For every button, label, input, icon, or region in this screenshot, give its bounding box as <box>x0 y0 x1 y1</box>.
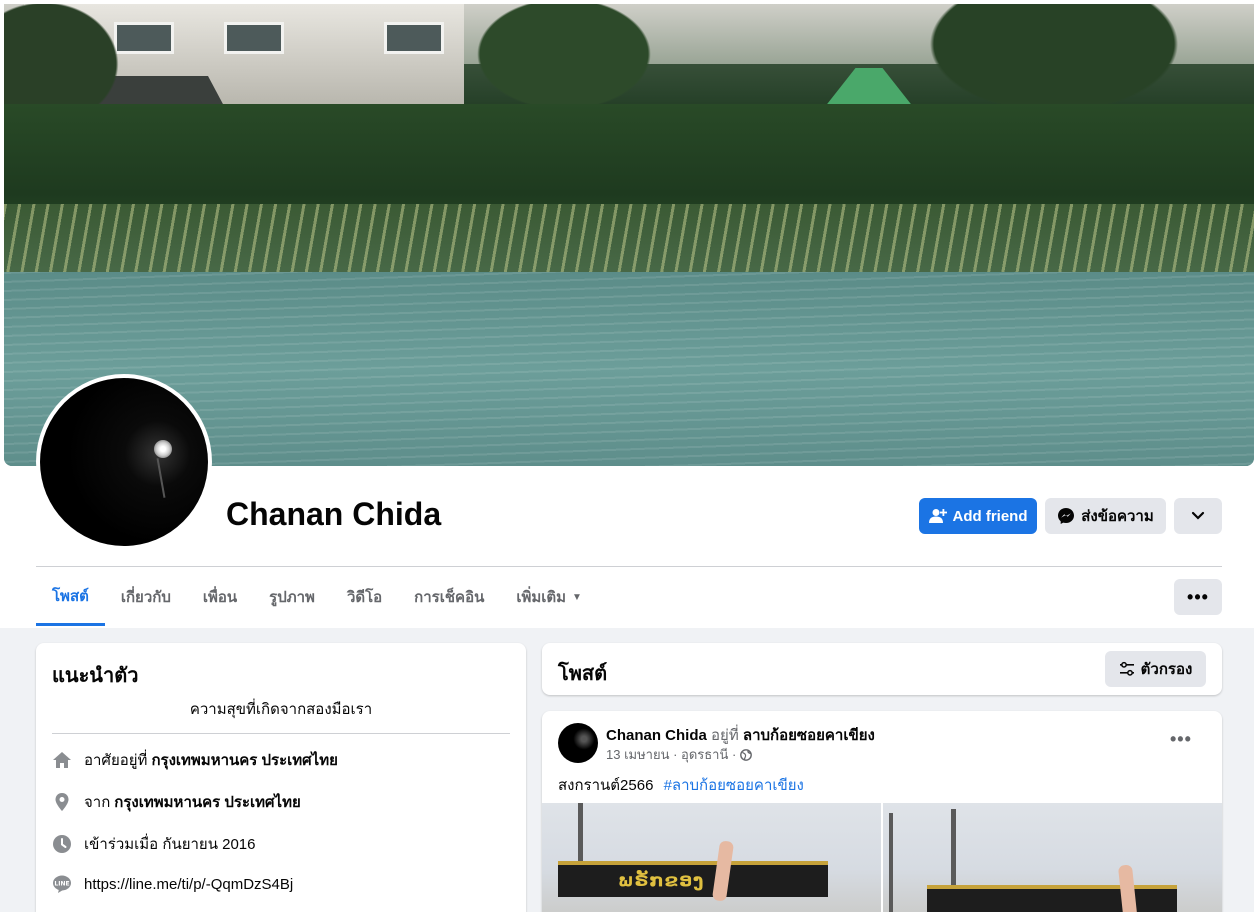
post-meta: 13 เมษายน · อุดรธานี · <box>606 744 753 765</box>
post-options-icon[interactable]: ••• <box>1170 729 1192 750</box>
post-at-text: อยู่ที่ <box>711 727 739 744</box>
chevron-down-icon <box>1191 511 1205 520</box>
post-text: สงกรานต์2566 #ลาบก้อยซอยคาเขียง <box>558 773 804 797</box>
profile-avatar[interactable] <box>36 374 212 550</box>
from-prefix: จาก <box>84 794 111 811</box>
lives-in-row: อาศัยอยู่ที่ กรุงเทพมหานคร ประเทศไทย <box>52 748 338 772</box>
header-divider <box>36 566 1222 567</box>
add-friend-label: Add friend <box>952 507 1028 525</box>
filter-icon <box>1119 661 1134 676</box>
post-location[interactable]: ลาบก้อยซอยคาเขียง <box>743 727 875 744</box>
tabs-more-button[interactable]: ••• <box>1174 579 1222 615</box>
posts-title: โพสต์ <box>558 663 608 685</box>
lives-prefix: อาศัยอยู่ที่ <box>84 752 148 769</box>
photo-sign-1: ພຣັກຂອງ <box>558 861 828 897</box>
svg-text:LINE: LINE <box>54 881 69 888</box>
home-icon <box>52 750 72 770</box>
ellipsis-icon: ••• <box>1187 586 1209 607</box>
from-value[interactable]: กรุงเทพมหานคร ประเทศไทย <box>114 790 300 814</box>
tab-friends[interactable]: เพื่อน <box>187 568 253 626</box>
lives-value[interactable]: กรุงเทพมหานคร ประเทศไทย <box>151 748 337 772</box>
message-button[interactable]: ส่งข้อความ <box>1045 498 1166 534</box>
joined-row: เข้าร่วมเมื่อ กันยายน 2016 <box>52 832 256 856</box>
post-author-avatar[interactable] <box>558 723 598 763</box>
photo-sign-2 <box>927 885 1177 912</box>
filter-label: ตัวกรอง <box>1140 661 1193 678</box>
line-row: LINE https://line.me/ti/p/-QqmDzS4Bj <box>52 874 293 894</box>
caret-down-icon: ▼ <box>572 591 582 603</box>
location-pin-icon <box>52 792 72 812</box>
post-body: สงกรานต์2566 <box>558 777 654 794</box>
joined-text: เข้าร่วมเมื่อ กันยายน 2016 <box>84 836 256 853</box>
messenger-icon <box>1058 508 1075 524</box>
globe-icon <box>740 748 753 761</box>
clock-icon <box>52 834 72 854</box>
tab-more-label: เพิ่มเติม <box>516 589 567 606</box>
from-row: จาก กรุงเทพมหานคร ประเทศไทย <box>52 790 301 814</box>
tab-posts[interactable]: โพสต์ <box>36 568 105 626</box>
post-photo-2[interactable] <box>883 803 1222 912</box>
posts-header-card: โพสต์ ตัวกรอง <box>542 643 1222 695</box>
line-url[interactable]: https://line.me/ti/p/-QqmDzS4Bj <box>84 876 293 893</box>
profile-name: Chanan Chida <box>226 496 442 532</box>
tab-checkins[interactable]: การเช็คอิน <box>398 568 500 626</box>
profile-tabs: โพสต์ เกี่ยวกับ เพื่อน รูปภาพ วิดีโอ การ… <box>36 568 598 628</box>
intro-title: แนะนำตัว <box>52 665 139 687</box>
tab-more[interactable]: เพิ่มเติม ▼ <box>500 568 598 626</box>
tab-videos[interactable]: วิดีโอ <box>331 568 398 626</box>
more-options-button[interactable] <box>1174 498 1222 534</box>
add-friend-button[interactable]: Add friend <box>919 498 1037 534</box>
post-hashtag[interactable]: #ลาบก้อยซอยคาเขียง <box>664 777 804 794</box>
post-photo-1[interactable]: ພຣັກຂອງ <box>542 803 881 912</box>
add-person-icon <box>928 509 947 523</box>
tab-photos[interactable]: รูปภาพ <box>253 568 331 626</box>
intro-bio: ความสุขที่เกิดจากสองมือเรา <box>52 697 510 734</box>
message-label: ส่งข้อความ <box>1081 508 1154 525</box>
line-app-icon: LINE <box>52 874 72 894</box>
tab-about[interactable]: เกี่ยวกับ <box>105 568 187 626</box>
post-author-name[interactable]: Chanan Chida <box>606 727 707 744</box>
post-date[interactable]: 13 เมษายน · อุดรธานี · <box>606 744 736 765</box>
intro-card: แนะนำตัว ความสุขที่เกิดจากสองมือเรา อาศั… <box>36 643 526 912</box>
post-card: Chanan Chida อยู่ที่ ลาบก้อยซอยคาเขียง 1… <box>542 711 1222 912</box>
rose-image <box>154 440 172 458</box>
filter-button[interactable]: ตัวกรอง <box>1105 651 1206 687</box>
cover-photo[interactable] <box>4 4 1254 466</box>
